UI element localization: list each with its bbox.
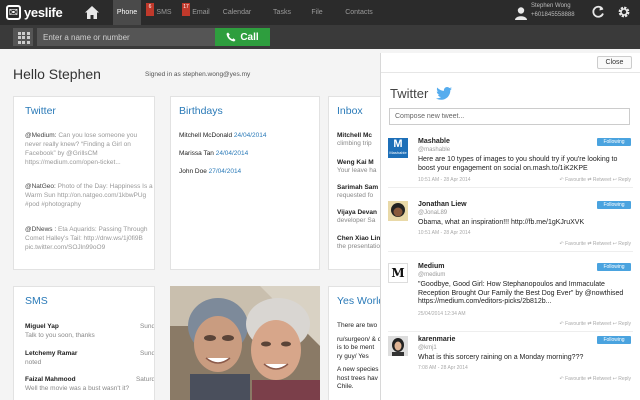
tweet-preview[interactable]: @NatGeo: Photo of the Day: Happiness Is … bbox=[25, 182, 154, 209]
user-phone: +601845558888 bbox=[531, 12, 575, 18]
call-button-label: Call bbox=[240, 31, 259, 43]
tweet[interactable]: M Mashable Mashable @mashable Following … bbox=[388, 138, 633, 188]
tweet-handle[interactable]: @medium bbox=[418, 272, 445, 278]
twitter-bird-icon bbox=[436, 87, 452, 100]
following-button[interactable]: Following bbox=[597, 138, 631, 146]
birthday-row[interactable]: Marissa Tan 24/04/2014 bbox=[179, 150, 248, 157]
tweet-handle[interactable]: @kmj1 bbox=[418, 345, 437, 351]
dialpad-button[interactable] bbox=[13, 28, 33, 46]
following-button[interactable]: Following bbox=[597, 263, 631, 271]
twitter-panel: Close Twitter M Mashable Mashable @masha… bbox=[380, 53, 640, 400]
twitter-card[interactable]: Twitter @Medium: Can you lose someone yo… bbox=[13, 96, 155, 270]
logo-text: yeslife bbox=[24, 5, 63, 20]
inbox-row[interactable]: Vijaya Devan developer Sa bbox=[337, 209, 380, 225]
tab-sms[interactable]: SMS bbox=[150, 0, 178, 25]
inbox-row[interactable]: Chen Xiao Lin the presentatio bbox=[337, 235, 380, 251]
sms-row[interactable]: Letchemy RamarSunday noted bbox=[25, 349, 154, 367]
inbox-row[interactable]: Mitchell Mc climbing trip bbox=[337, 132, 380, 148]
birthday-row[interactable]: Mitchell McDonald 24/04/2014 bbox=[179, 132, 266, 139]
tweet-time: 10:51 AM - 28 Apr 2014 bbox=[418, 177, 471, 183]
tweet-actions[interactable]: ↶ Favourite ⇄ Retweet ↩ Reply bbox=[560, 241, 631, 247]
logo[interactable]: ✉ yeslife bbox=[6, 4, 63, 21]
tweet-text: Here are 10 types of images to you shoul… bbox=[418, 156, 618, 172]
tweet-preview[interactable]: @DNews : Eta Aquarids: Passing Through C… bbox=[25, 225, 154, 252]
birthdays-card[interactable]: Birthdays Mitchell McDonald 24/04/2014 M… bbox=[170, 96, 320, 270]
inbox-row[interactable]: Sarimah Sam requested fo bbox=[337, 184, 380, 200]
tab-email[interactable]: Email bbox=[187, 0, 215, 25]
divider bbox=[388, 251, 633, 252]
phone-icon bbox=[226, 32, 236, 42]
tweet-time: 25/04/2014 12:34 AM bbox=[418, 311, 466, 317]
tweet-actions[interactable]: ↶ Favourite ⇄ Retweet ↩ Reply bbox=[560, 321, 631, 327]
birthday-row[interactable]: John Doe 27/04/2014 bbox=[179, 168, 241, 175]
tab-file[interactable]: File bbox=[305, 0, 329, 25]
card-title: Inbox bbox=[337, 105, 363, 117]
following-button[interactable]: Following bbox=[597, 201, 631, 209]
tweet-text: What is this sorcery raining on a Monday… bbox=[418, 354, 584, 361]
avatar[interactable] bbox=[388, 336, 408, 356]
tweet-author[interactable]: Medium bbox=[418, 263, 444, 270]
sms-row[interactable]: Faizal MahmoodSaturday Well the movie wa… bbox=[25, 375, 154, 393]
tweet-author[interactable]: Jonathan Liew bbox=[418, 201, 467, 208]
name-or-number-input[interactable] bbox=[37, 28, 215, 46]
divider bbox=[388, 187, 633, 188]
refresh-icon[interactable] bbox=[591, 5, 605, 19]
tab-contacts[interactable]: Contacts bbox=[340, 0, 378, 25]
tweet-author[interactable]: karenmarie bbox=[418, 336, 455, 343]
compose-tweet-input[interactable] bbox=[389, 108, 630, 125]
card-title: Yes World bbox=[337, 295, 380, 307]
tweet[interactable]: Jonathan Liew @JonaL89 Following Obama, … bbox=[388, 201, 633, 252]
tweet-author[interactable]: Mashable bbox=[418, 138, 450, 145]
divider bbox=[388, 331, 633, 332]
gear-icon[interactable] bbox=[617, 5, 631, 19]
divider bbox=[381, 72, 640, 73]
user-icon[interactable] bbox=[514, 6, 528, 20]
card-title: Birthdays bbox=[179, 105, 223, 117]
avatar[interactable]: M Mashable bbox=[388, 138, 408, 158]
user-name[interactable]: Stephen Wong bbox=[531, 3, 571, 9]
tab-phone[interactable]: Phone bbox=[113, 0, 141, 25]
greeting: Hello Stephen bbox=[13, 66, 101, 82]
tweet-text: Obama, what an inspiration!!! http://fb.… bbox=[418, 219, 585, 226]
yes-world-card[interactable]: Yes World There are two ru/surgeon/ & d … bbox=[328, 286, 380, 400]
panel-title: Twitter bbox=[390, 86, 429, 101]
tweet-actions[interactable]: ↶ Favourite ⇄ Retweet ↩ Reply bbox=[560, 177, 631, 183]
tweet-handle[interactable]: @mashable bbox=[418, 147, 450, 153]
sms-row[interactable]: Miguel YapSunday Talk to you soon, thank… bbox=[25, 322, 154, 340]
card-title: SMS bbox=[25, 295, 48, 307]
tab-tasks[interactable]: Tasks bbox=[268, 0, 296, 25]
signed-in-text: Signed in as stephen.wong@yes.my bbox=[145, 71, 251, 78]
call-bar: Call bbox=[0, 25, 640, 49]
top-nav-bar: ✉ yeslife Phone 6 SMS 17 Email Calendar … bbox=[0, 0, 640, 25]
avatar[interactable]: M bbox=[388, 263, 408, 283]
tweet[interactable]: M Medium @medium Following "Goodbye, Goo… bbox=[388, 263, 633, 333]
sms-card[interactable]: SMS Miguel YapSunday Talk to you soon, t… bbox=[13, 286, 155, 400]
tweet-text: "Goodbye, Good Girl: How Stephanopoulos … bbox=[418, 281, 624, 305]
call-button[interactable]: Call bbox=[215, 28, 270, 46]
tweet-actions[interactable]: ↶ Favourite ⇄ Retweet ↩ Reply bbox=[560, 376, 631, 382]
tab-calendar[interactable]: Calendar bbox=[219, 0, 255, 25]
avatar[interactable] bbox=[388, 201, 408, 221]
inbox-card[interactable]: Inbox Mitchell Mc climbing trip Weng Kai … bbox=[328, 96, 380, 270]
logo-icon: ✉ bbox=[6, 5, 21, 20]
photo-elderly-couple[interactable] bbox=[170, 286, 320, 400]
inbox-row[interactable]: Weng Kai M Your leave ha bbox=[337, 159, 380, 175]
tweet-time: 7:08 AM - 28 Apr 2014 bbox=[418, 365, 468, 371]
close-button[interactable]: Close bbox=[597, 56, 632, 69]
tweet[interactable]: karenmarie @kmj1 Following What is this … bbox=[388, 336, 633, 396]
card-title: Twitter bbox=[25, 105, 56, 117]
tweet-time: 10:51 AM - 28 Apr 2014 bbox=[418, 230, 471, 236]
tweet-preview[interactable]: @Medium: Can you lose someone you never … bbox=[25, 131, 154, 167]
tweet-handle[interactable]: @JonaL89 bbox=[418, 210, 447, 216]
following-button[interactable]: Following bbox=[597, 336, 631, 344]
home-icon[interactable] bbox=[84, 5, 100, 20]
yes-world-text: There are two ru/surgeon/ & d is to be m… bbox=[337, 322, 380, 390]
